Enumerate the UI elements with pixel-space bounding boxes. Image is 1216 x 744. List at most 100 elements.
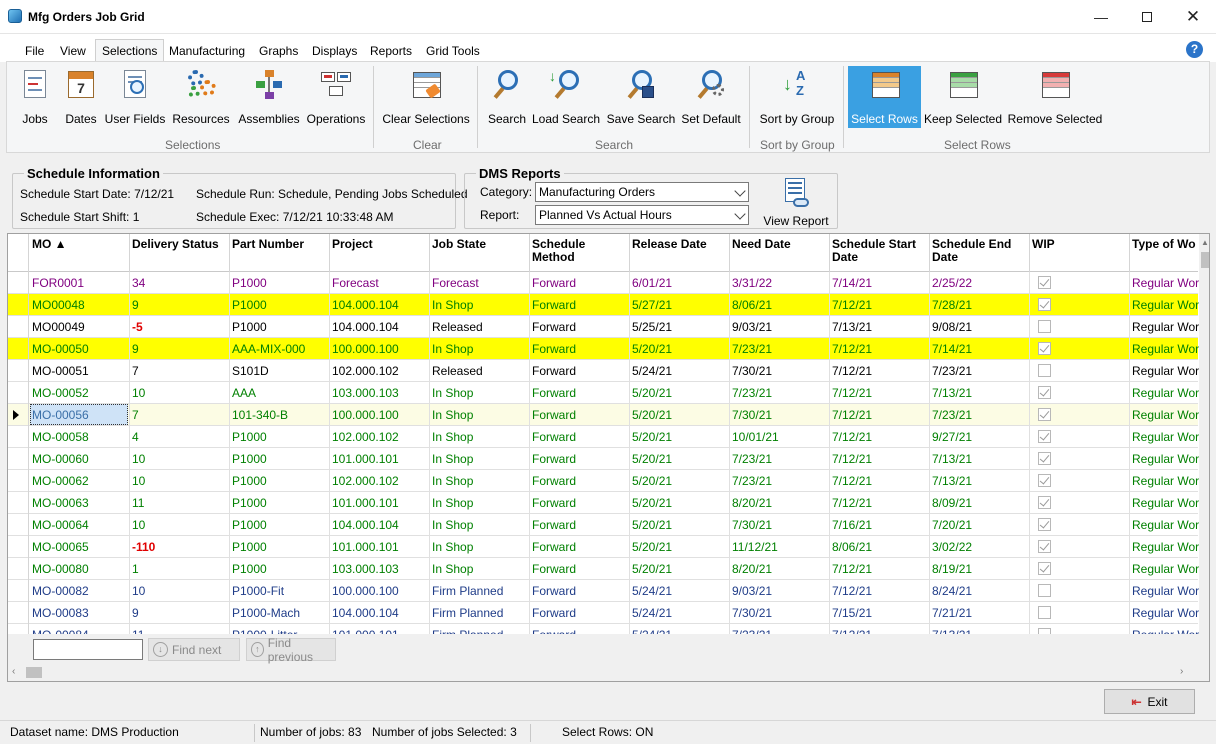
cell-part[interactable]: AAA-MIX-000	[232, 342, 328, 356]
cell-part[interactable]: P1000	[232, 452, 328, 466]
cell-project[interactable]: 104.000.104	[332, 606, 428, 620]
find-previous-button[interactable]: ↑ Find previous	[246, 636, 336, 664]
cell-need[interactable]: 9/03/21	[732, 320, 828, 334]
cell-mo[interactable]: MO-00052	[32, 386, 128, 400]
cell-end[interactable]: 7/23/21	[932, 364, 1028, 378]
cell-start[interactable]: 7/12/21	[832, 364, 928, 378]
table-row[interactable]: MO-00063 11 P1000 101.000.101 In Shop Forward…	[8, 492, 1199, 514]
cell-part[interactable]: P1000	[232, 540, 328, 554]
cell-end[interactable]: 3/02/22	[932, 540, 1028, 554]
menu-manufacturing[interactable]: Manufacturing	[169, 44, 245, 58]
column-header[interactable]: Need Date	[732, 238, 828, 251]
cell-need[interactable]: 7/23/21	[732, 474, 828, 488]
keep-selected-button[interactable]: Keep Selected	[924, 66, 1002, 128]
row-indicator[interactable]	[8, 360, 29, 382]
assemblies-button[interactable]: Assemblies	[237, 66, 301, 128]
cell-end[interactable]: 7/14/21	[932, 342, 1028, 356]
cell-end[interactable]: 7/13/21	[932, 474, 1028, 488]
cell-end[interactable]: 2/25/22	[932, 276, 1028, 290]
scroll-left-icon[interactable]: ‹	[12, 666, 15, 677]
cell-end[interactable]: 8/09/21	[932, 496, 1028, 510]
cell-start[interactable]: 7/12/21	[832, 496, 928, 510]
cell-need[interactable]: 8/06/21	[732, 298, 828, 312]
cell-need[interactable]: 8/20/21	[732, 562, 828, 576]
cell-mo[interactable]: MO-00060	[32, 452, 128, 466]
cell-delivery[interactable]: 11	[132, 496, 228, 510]
wip-checkbox[interactable]	[1038, 474, 1051, 487]
minimize-button[interactable]: —	[1078, 0, 1124, 33]
cell-release[interactable]: 5/27/21	[632, 298, 728, 312]
wip-checkbox[interactable]	[1038, 606, 1051, 619]
cell-state[interactable]: In Shop	[432, 408, 528, 422]
cell-mo[interactable]: MO-00050	[32, 342, 128, 356]
help-icon[interactable]: ?	[1186, 41, 1203, 58]
wip-checkbox[interactable]	[1038, 518, 1051, 531]
cell-state[interactable]: In Shop	[432, 452, 528, 466]
cell-method[interactable]: Forward	[532, 430, 628, 444]
column-header[interactable]: Part Number	[232, 238, 328, 251]
dates-button[interactable]: 7 Dates	[59, 66, 103, 128]
cell-method[interactable]: Forward	[532, 606, 628, 620]
search-button[interactable]: Search	[485, 66, 529, 128]
select-rows-button[interactable]: Select Rows	[848, 66, 921, 128]
cell-state[interactable]: In Shop	[432, 298, 528, 312]
cell-mo[interactable]: MO-00062	[32, 474, 128, 488]
cell-start[interactable]: 7/12/21	[832, 474, 928, 488]
row-indicator[interactable]	[8, 602, 29, 624]
cell-state[interactable]: In Shop	[432, 518, 528, 532]
cell-state[interactable]: In Shop	[432, 430, 528, 444]
cell-method[interactable]: Forward	[532, 452, 628, 466]
cell-need[interactable]: 7/30/21	[732, 408, 828, 422]
cell-part[interactable]: P1000	[232, 518, 328, 532]
cell-project[interactable]: 100.000.100	[332, 408, 428, 422]
cell-project[interactable]: 102.000.102	[332, 474, 428, 488]
cell-type[interactable]: Regular Wor	[1132, 562, 1200, 576]
wip-checkbox[interactable]	[1038, 540, 1051, 553]
cell-part[interactable]: P1000	[232, 562, 328, 576]
row-indicator[interactable]	[8, 536, 29, 558]
cell-end[interactable]: 9/27/21	[932, 430, 1028, 444]
table-row[interactable]: MO-00058 4 P1000 102.000.102 In Shop Forward 5…	[8, 426, 1199, 448]
cell-part[interactable]: P1000	[232, 320, 328, 334]
sort-by-group-button[interactable]: A Z ↓ Sort by Group	[757, 66, 837, 128]
table-row[interactable]: MO-00060 10 P1000 101.000.101 In Shop Forward…	[8, 448, 1199, 470]
jobs-button[interactable]: Jobs	[11, 66, 59, 128]
cell-method[interactable]: Forward	[532, 320, 628, 334]
cell-release[interactable]: 5/24/21	[632, 364, 728, 378]
cell-start[interactable]: 7/14/21	[832, 276, 928, 290]
cell-part[interactable]: AAA	[232, 386, 328, 400]
cell-method[interactable]: Forward	[532, 298, 628, 312]
cell-delivery[interactable]: -5	[132, 320, 228, 334]
cell-release[interactable]: 6/01/21	[632, 276, 728, 290]
row-indicator[interactable]	[8, 470, 29, 492]
cell-state[interactable]: Released	[432, 364, 528, 378]
row-indicator[interactable]	[8, 316, 29, 338]
set-default-button[interactable]: Set Default	[679, 66, 743, 128]
cell-start[interactable]: 7/12/21	[832, 342, 928, 356]
table-row[interactable]: MO-00062 10 P1000 102.000.102 In Shop Forward…	[8, 470, 1199, 492]
wip-checkbox[interactable]	[1038, 452, 1051, 465]
cell-method[interactable]: Forward	[532, 408, 628, 422]
cell-project[interactable]: 104.000.104	[332, 320, 428, 334]
menu-displays[interactable]: Displays	[312, 44, 357, 58]
column-header[interactable]: Delivery Status	[132, 238, 228, 251]
column-header[interactable]: Schedule Method	[532, 238, 628, 264]
cell-release[interactable]: 5/20/21	[632, 540, 728, 554]
cell-state[interactable]: Released	[432, 320, 528, 334]
cell-delivery[interactable]: 10	[132, 452, 228, 466]
cell-start[interactable]: 7/12/21	[832, 430, 928, 444]
cell-type[interactable]: Regular Wor	[1132, 320, 1200, 334]
table-row[interactable]: MO-00051 7 S101D 102.000.102 Released Forward…	[8, 360, 1199, 382]
cell-start[interactable]: 7/15/21	[832, 606, 928, 620]
cell-type[interactable]: Regular Wor	[1132, 518, 1200, 532]
cell-start[interactable]: 7/13/21	[832, 320, 928, 334]
cell-delivery[interactable]: 10	[132, 584, 228, 598]
cell-mo[interactable]: MO-00056	[32, 408, 128, 422]
wip-checkbox[interactable]	[1038, 320, 1051, 333]
row-indicator[interactable]	[8, 404, 29, 426]
cell-method[interactable]: Forward	[532, 518, 628, 532]
cell-release[interactable]: 5/20/21	[632, 430, 728, 444]
cell-end[interactable]: 7/28/21	[932, 298, 1028, 312]
wip-checkbox[interactable]	[1038, 276, 1051, 289]
remove-selected-button[interactable]: Remove Selected	[1007, 66, 1103, 128]
